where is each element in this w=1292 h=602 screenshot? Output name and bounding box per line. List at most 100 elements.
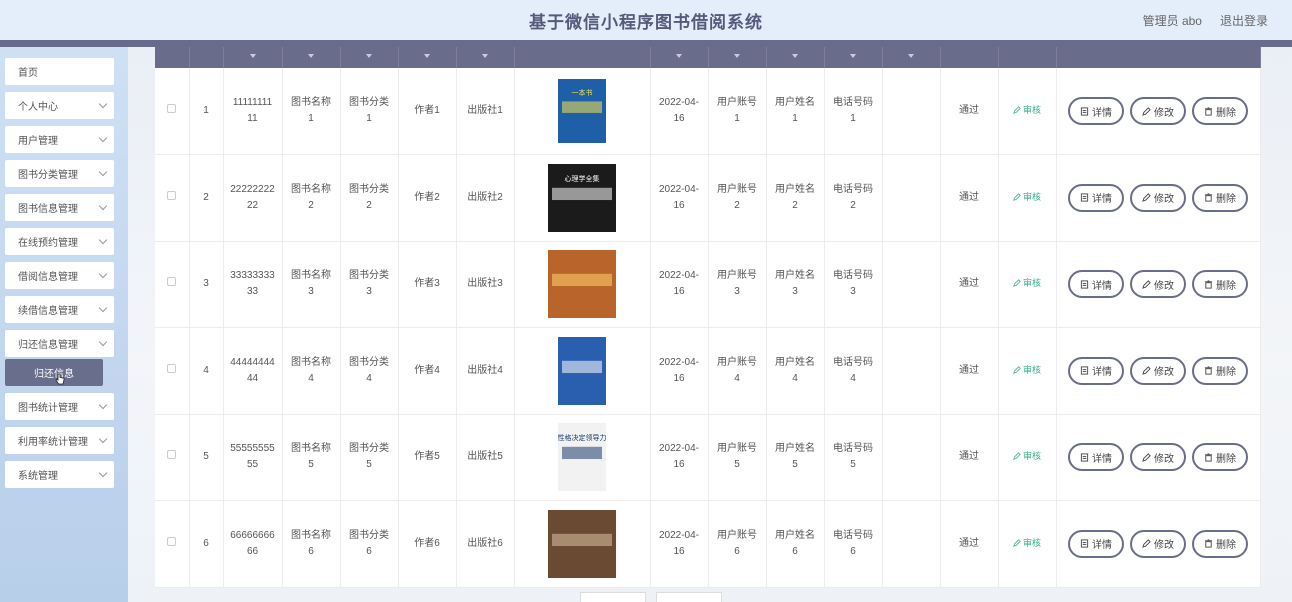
sidebar-item-reservation[interactable]: 在线预约管理 [5,228,114,255]
sidebar-item-borrow-info[interactable]: 借阅信息管理 [5,262,114,289]
sidebar-item-user-management[interactable]: 用户管理 [5,126,114,153]
cell-empty [882,500,941,587]
detail-button[interactable]: 详情 [1068,270,1124,299]
audit-label: 审核 [1022,537,1041,548]
cell-category: 图书分类 4 [340,327,399,414]
delete-button[interactable]: 删除 [1192,97,1248,125]
sort-header[interactable] [708,47,767,68]
chevron-down-icon [98,303,108,313]
audit-link[interactable]: 审核 [1013,102,1041,118]
cell-actions: 详情 修改 删除 [1056,327,1261,414]
edit-button[interactable]: 修改 [1130,97,1186,125]
delete-button[interactable]: 删除 [1192,443,1248,472]
chevron-down-icon [98,235,108,245]
sort-header[interactable] [340,47,399,68]
page-size-select[interactable] [580,592,646,602]
edit-button[interactable]: 修改 [1130,529,1186,558]
trash-icon [1204,280,1213,289]
sidebar-item-book-category[interactable]: 图书分类管理 [5,160,114,187]
chevron-down-icon [98,468,108,478]
admin-user-label[interactable]: 管理员 abo [1143,12,1202,29]
sort-header[interactable] [824,47,883,68]
detail-button[interactable]: 详情 [1068,529,1124,558]
sort-header[interactable] [282,47,341,68]
detail-button[interactable]: 详情 [1068,356,1124,385]
sort-caret-icon [676,53,682,58]
row-checkbox[interactable] [167,190,177,200]
delete-label: 删除 [1216,280,1236,292]
sidebar-item-home[interactable]: 首页 [5,58,114,85]
audit-link[interactable]: 审核 [1013,189,1041,205]
cell-cover [514,241,651,328]
cell-username: 用户姓名 6 [766,500,825,587]
row-checkbox[interactable] [167,104,177,113]
sidebar-item-label: 在线预约管理 [18,238,78,249]
edit-button[interactable]: 修改 [1130,270,1186,299]
cell-status: 通过 [940,68,999,155]
page-number-box[interactable] [656,592,722,602]
sort-caret-icon [249,53,256,58]
audit-label: 审核 [1022,278,1041,289]
chevron-down-icon [98,434,108,444]
detail-button[interactable]: 详情 [1068,97,1124,125]
delete-button[interactable]: 删除 [1192,356,1248,385]
delete-button[interactable]: 删除 [1192,529,1248,558]
row-index: 6 [189,500,224,587]
edit-label: 修改 [1154,453,1174,465]
sidebar-subitem-return-info[interactable]: 归还信息 [5,359,103,386]
cell-publisher: 出版社3 [456,241,515,328]
audit-link[interactable]: 审核 [1013,448,1041,464]
sidebar-item-book-info[interactable]: 图书信息管理 [5,194,114,221]
sort-caret-icon [792,53,798,58]
edit-button[interactable]: 修改 [1130,443,1186,472]
cell-audit: 审核 [998,241,1057,328]
cell-cover [514,327,651,414]
top-header: 基于微信小程序图书借阅系统 管理员 abo 退出登录 [0,0,1292,40]
sort-header[interactable] [650,47,709,68]
header-cell [155,47,190,68]
sidebar-item-usage-stats[interactable]: 利用率统计管理 [5,427,114,454]
sidebar-item-label: 首页 [18,68,38,79]
delete-button[interactable]: 删除 [1192,183,1248,212]
cell-name: 图书名称 4 [282,327,341,414]
sort-header[interactable] [223,47,283,68]
row-checkbox[interactable] [167,536,177,546]
edit-button[interactable]: 修改 [1130,183,1186,212]
sort-header[interactable] [766,47,825,68]
delete-button[interactable]: 删除 [1192,270,1248,299]
row-checkbox[interactable] [167,363,177,373]
sort-header[interactable] [882,47,941,68]
cell-author: 作者3 [398,241,457,328]
cell-account: 用户账号 1 [708,68,767,155]
audit-link[interactable]: 审核 [1013,362,1041,378]
sort-caret-icon [424,53,430,58]
cell-author: 作者2 [398,154,457,241]
detail-button[interactable]: 详情 [1068,443,1124,472]
cell-username: 用户姓名 4 [766,327,825,414]
sidebar-item-return-info-management[interactable]: 归还信息管理 [5,330,114,357]
sort-caret-icon [850,53,856,58]
cell-empty [882,241,941,328]
svg-text:一本书: 一本书 [572,88,593,97]
chevron-down-icon [98,400,108,410]
sidebar-item-system[interactable]: 系统管理 [5,461,114,488]
sidebar-item-renew-info[interactable]: 续借信息管理 [5,296,114,323]
sort-header[interactable] [398,47,457,68]
row-checkbox[interactable] [167,277,177,287]
audit-link[interactable]: 审核 [1013,275,1041,291]
logout-link[interactable]: 退出登录 [1220,12,1268,29]
cell-cover: 一本书 [514,68,651,155]
audit-link[interactable]: 审核 [1013,535,1041,551]
cell-category: 图书分类 1 [340,68,399,155]
edit-pen-icon [1142,193,1151,203]
sort-header[interactable] [456,47,515,68]
edit-button[interactable]: 修改 [1130,356,1186,385]
cell-code: 44444444 44 [223,327,283,414]
sidebar-item-book-stats[interactable]: 图书统计管理 [5,393,114,420]
row-checkbox-cell [155,327,190,414]
cell-author: 作者1 [398,68,457,155]
detail-button[interactable]: 详情 [1068,183,1124,212]
sidebar-item-personal-center[interactable]: 个人中心 [5,92,114,119]
row-checkbox[interactable] [167,450,177,460]
book-cover-image: 一本书 [558,79,606,143]
